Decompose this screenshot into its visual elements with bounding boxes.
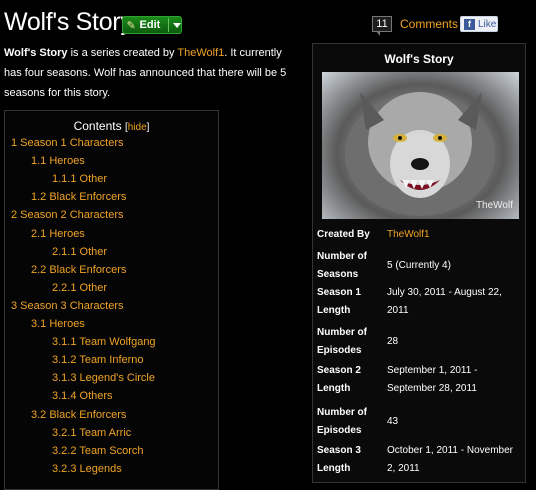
toc-item[interactable]: 3.1 Heroes [31, 318, 85, 330]
infobox-value: September 1, 2011 - September 28, 2011 [387, 365, 478, 394]
infobox: Wolf's Story TheWolf Created By TheWolf1 N… [312, 43, 526, 483]
toc-item[interactable]: 2.2 Black Enforcers [31, 264, 126, 276]
toc-item[interactable]: 3.1.1 Team Wolfgang [52, 336, 156, 348]
chevron-down-icon[interactable] [173, 22, 181, 28]
toc-item[interactable]: 1.1 Heroes [31, 155, 85, 167]
edit-button[interactable]: ✎ Edit [122, 16, 182, 34]
infobox-value: July 30, 2011 - August 22, 2011 [387, 287, 502, 316]
toc-item[interactable]: 3.2.2 Team Scorch [52, 445, 144, 457]
toc-hide-link[interactable]: hide [128, 122, 147, 133]
infobox-label: Number of Seasons [317, 251, 367, 280]
infobox-title: Wolf's Story [384, 52, 454, 66]
toc-item[interactable]: 1.2 Black Enforcers [31, 191, 126, 203]
toc-item[interactable]: 3.2.1 Team Arric [52, 427, 131, 439]
infobox-label: Created By [317, 229, 370, 240]
intro-paragraph: Wolf's Story is a series created by TheW… [4, 43, 302, 103]
infobox-value-link[interactable]: TheWolf1 [387, 226, 523, 244]
comments-label[interactable]: Comments [400, 17, 458, 31]
facebook-like-button[interactable]: f Like [460, 16, 498, 32]
creator-link[interactable]: TheWolf1 [177, 47, 224, 59]
page-title: Wolf's Story [4, 8, 133, 36]
pencil-icon: ✎ [126, 19, 136, 32]
infobox-label: Season 2 Length [317, 365, 361, 394]
table-of-contents: Contents [hide] 1 Season 1 Characters 1.1… [4, 110, 219, 490]
toc-item[interactable]: 3.1.3 Legend's Circle [52, 372, 155, 384]
infobox-value: 5 (Currently 4) [387, 260, 451, 271]
intro-bold-title: Wolf's Story [4, 47, 68, 59]
comment-count-badge: 11 [372, 16, 392, 36]
infobox-label: Season 1 Length [317, 287, 361, 316]
toc-item[interactable]: 3.1.2 Team Inferno [52, 354, 144, 366]
image-caption: TheWolf [475, 200, 513, 211]
infobox-value: 28 [387, 336, 399, 347]
toc-heading: Contents [73, 119, 122, 133]
wolf-image: TheWolf [322, 72, 519, 219]
toc-title: Contents [hide] [5, 119, 218, 133]
infobox-value: October 1, 2011 - November 2, 2011 [387, 445, 513, 474]
comments-link[interactable]: 11 Comments [372, 16, 458, 36]
infobox-label: Number of Episodes [317, 327, 367, 356]
facebook-icon: f [464, 18, 475, 30]
toc-item[interactable]: 2.1.1 Other [52, 246, 107, 258]
toc-hide-toggle[interactable]: [hide] [125, 122, 149, 133]
intro-text-1: is a series created by [67, 47, 178, 59]
toc-item[interactable]: 1 Season 1 Characters [11, 137, 124, 149]
toc-item[interactable]: 2 Season 2 Characters [11, 209, 124, 221]
toc-item[interactable]: 1.1.1 Other [52, 173, 107, 185]
divider [168, 18, 169, 32]
infobox-label: Number of Episodes [317, 407, 367, 436]
toc-item[interactable]: 3.2 Black Enforcers [31, 409, 126, 421]
toc-item[interactable]: 3.1.4 Others [52, 390, 113, 402]
toc-item[interactable]: 2.2.1 Other [52, 282, 107, 294]
infobox-value: 43 [387, 416, 399, 427]
infobox-label: Season 3 Length [317, 445, 361, 474]
toc-item[interactable]: 2.1 Heroes [31, 228, 85, 240]
toc-item[interactable]: 3.2.3 Legends [52, 463, 122, 475]
edit-label: Edit [139, 19, 161, 31]
toc-item[interactable]: 3 Season 3 Characters [11, 300, 124, 312]
like-label: Like [478, 18, 497, 30]
